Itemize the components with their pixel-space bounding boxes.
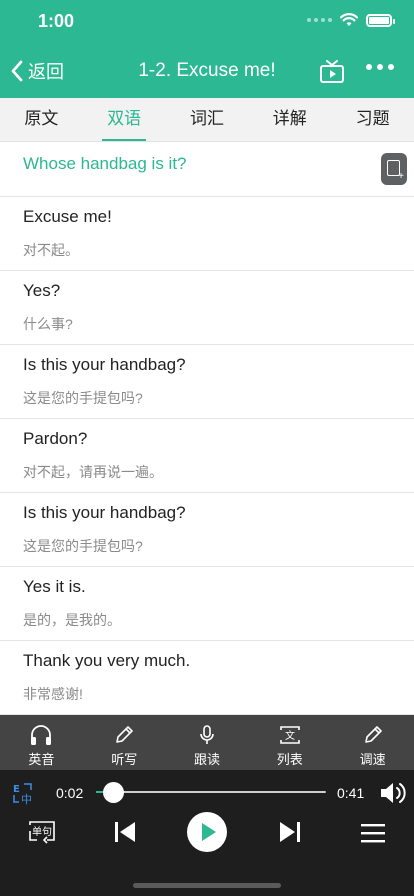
- back-label: 返回: [28, 62, 64, 82]
- sentence-english: Excuse me!: [23, 207, 112, 226]
- tab-bar: 原文 双语 词汇 详解 习题: [0, 98, 414, 142]
- sentence-row[interactable]: Excuse me! 对不起。: [0, 197, 414, 271]
- english-chinese-icon: E 中: [13, 783, 32, 806]
- progress-track[interactable]: [96, 791, 326, 793]
- sentence-english: Yes?: [23, 281, 61, 300]
- sentence-chinese: 对不起，请再说一遍。: [23, 464, 163, 480]
- total-time: 0:41: [337, 785, 365, 801]
- battery-icon: [366, 13, 395, 27]
- list-button[interactable]: 文 列表: [248, 715, 331, 770]
- wifi-icon: [340, 13, 358, 26]
- previous-button[interactable]: [113, 820, 137, 849]
- function-toolbar: 英音 听写 跟读 文 列表 调速: [0, 715, 414, 770]
- sentence-chinese: 什么事?: [23, 316, 73, 332]
- tool-label: 英音: [28, 752, 55, 767]
- svg-text:文: 文: [285, 729, 295, 742]
- single-repeat-icon: 单句: [29, 821, 55, 844]
- list-text-icon: 文: [279, 726, 300, 744]
- current-time: 0:02: [56, 785, 84, 801]
- play-button[interactable]: [187, 812, 227, 852]
- menu-icon: [361, 824, 385, 843]
- sentence-row[interactable]: Thank you very much. 非常感谢!: [0, 641, 414, 715]
- sentence-row[interactable]: Is this your handbag? 这是您的手提包吗?: [0, 493, 414, 567]
- dictation-button[interactable]: 听写: [83, 715, 166, 770]
- add-note-button[interactable]: +: [381, 153, 407, 185]
- sentence-row[interactable]: Is this your handbag? 这是您的手提包吗?: [0, 345, 414, 419]
- tool-label: 列表: [276, 752, 303, 767]
- sentence-chinese: 这是您的手提包吗?: [23, 390, 143, 406]
- playlist-button[interactable]: [360, 822, 386, 849]
- sentence-row[interactable]: Yes it is. 是的，是我的。: [0, 567, 414, 641]
- skip-previous-icon: [115, 822, 135, 842]
- tool-label: 跟读: [193, 752, 220, 767]
- sentence-english: Is this your handbag?: [23, 503, 186, 522]
- sentence-english: Yes it is.: [23, 577, 86, 596]
- more-dot-icon: [366, 64, 372, 70]
- sentence-chinese: 是的，是我的。: [23, 612, 121, 628]
- cellular-icon: [307, 18, 332, 22]
- sentence-chinese: 非常感谢!: [23, 686, 83, 702]
- pencil-icon: [116, 726, 133, 743]
- sentence-english: Thank you very much.: [23, 651, 191, 670]
- lesson-heading: Whose handbag is it?: [23, 154, 187, 173]
- more-options-button[interactable]: [366, 64, 394, 70]
- status-time: 1:00: [38, 11, 75, 31]
- sentence-english: Pardon?: [23, 429, 88, 448]
- tab-vocabulary[interactable]: 词汇: [166, 98, 249, 141]
- sentence-chinese: 对不起。: [23, 242, 79, 258]
- svg-text:E: E: [13, 784, 20, 795]
- skip-next-icon: [280, 822, 300, 842]
- sentence-english: Is this your handbag?: [23, 355, 186, 374]
- tab-explanation[interactable]: 详解: [248, 98, 331, 141]
- lesson-heading-row: Whose handbag is it? +: [0, 142, 414, 197]
- volume-icon: [381, 783, 406, 803]
- tool-label: 听写: [111, 752, 138, 767]
- audio-player: E 中 0:02 0:41 单句: [0, 770, 414, 896]
- home-indicator: [133, 883, 281, 888]
- sentence-row[interactable]: Pardon? 对不起，请再说一遍。: [0, 419, 414, 493]
- language-toggle-button[interactable]: E 中: [12, 781, 36, 810]
- headphones-icon: [31, 725, 52, 745]
- mode-label: 单句: [32, 825, 52, 838]
- sentence-chinese: 这是您的手提包吗?: [23, 538, 143, 554]
- single-sentence-mode-button[interactable]: 单句: [27, 819, 57, 850]
- sentence-row[interactable]: Yes? 什么事?: [0, 271, 414, 345]
- tool-label: 调速: [359, 752, 386, 767]
- status-icons: [307, 13, 395, 27]
- volume-button[interactable]: [379, 780, 409, 811]
- top-bar: 1:00 返回 1-2. Excuse me!: [0, 0, 414, 98]
- british-accent-button[interactable]: 英音: [0, 715, 83, 770]
- back-button[interactable]: 返回: [10, 58, 64, 84]
- tab-original[interactable]: 原文: [0, 98, 83, 141]
- more-dot-icon: [388, 64, 394, 70]
- progress-thumb[interactable]: [103, 782, 124, 803]
- plus-icon: +: [398, 171, 404, 182]
- speed-button[interactable]: 调速: [331, 715, 414, 770]
- tab-bilingual[interactable]: 双语: [83, 98, 166, 141]
- video-button[interactable]: [319, 59, 345, 90]
- more-dot-icon: [377, 64, 383, 70]
- repeat-after-button[interactable]: 跟读: [166, 715, 249, 770]
- chevron-left-icon: [11, 60, 23, 82]
- microphone-icon: [200, 725, 214, 744]
- svg-text:中: 中: [21, 793, 32, 805]
- tab-exercises[interactable]: 习题: [331, 98, 414, 141]
- tv-icon: [320, 60, 344, 83]
- next-button[interactable]: [278, 820, 302, 849]
- speed-pencil-icon: [364, 726, 382, 743]
- lesson-content[interactable]: Whose handbag is it? + Excuse me! 对不起。 Y…: [0, 142, 414, 715]
- play-icon: [202, 823, 216, 841]
